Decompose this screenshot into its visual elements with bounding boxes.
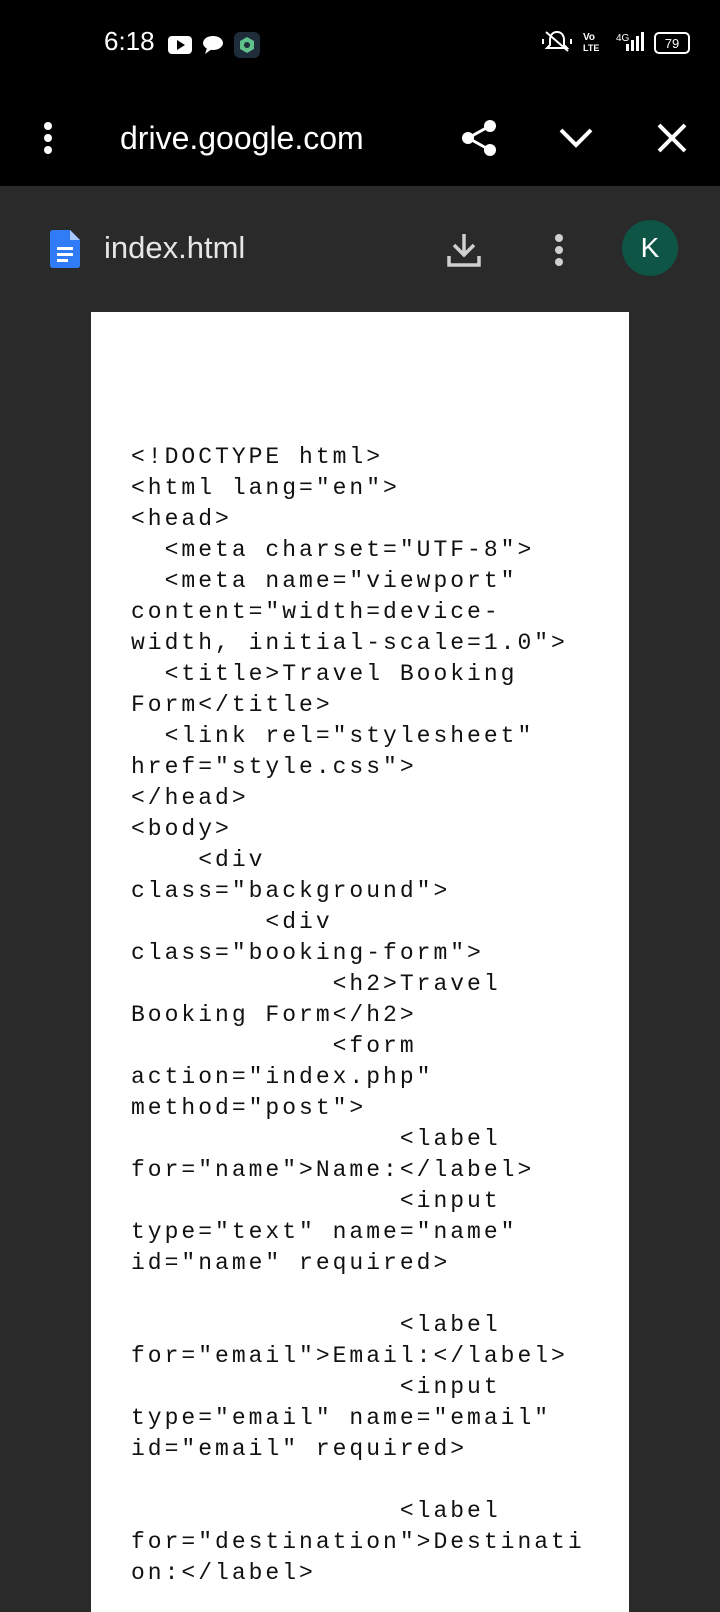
code-line: <input <box>131 1188 501 1214</box>
code-line: <html lang="en"> <box>131 475 400 501</box>
doc-icon <box>50 230 80 272</box>
code-line: </head> <box>131 785 249 811</box>
code-line: <!DOCTYPE html> <box>131 444 384 470</box>
file-more-vert-icon[interactable] <box>531 222 587 278</box>
code-line: content="width=device- <box>131 599 501 625</box>
code-line: <body> <box>131 816 232 842</box>
svg-text:4G: 4G <box>616 33 630 44</box>
code-line: <div <box>131 909 333 935</box>
code-line: for="name">Name:</label> <box>131 1157 535 1183</box>
file-header: index.html K <box>0 186 720 312</box>
avatar[interactable]: K <box>622 220 678 276</box>
code-line: class="booking-form"> <box>131 940 484 966</box>
code-line: class="background"> <box>131 878 451 904</box>
code-content: <!DOCTYPE html> <html lang="en"> <head> <m… <box>131 442 585 1589</box>
code-line: type="email" name="email" <box>131 1405 552 1431</box>
code-line: <form <box>131 1033 417 1059</box>
code-line: type="text" name="name" <box>131 1219 518 1245</box>
code-line: method="post"> <box>131 1095 367 1121</box>
chat-icon <box>202 35 224 59</box>
url-text[interactable]: drive.google.com <box>120 112 364 164</box>
code-line: <link rel="stylesheet" <box>131 723 535 749</box>
code-line: for="email">Email:</label> <box>131 1343 568 1369</box>
chevron-down-icon[interactable] <box>550 112 602 164</box>
code-line: Form</title> <box>131 692 333 718</box>
close-icon[interactable] <box>646 112 698 164</box>
download-icon[interactable] <box>436 222 492 278</box>
code-line: href="style.css"> <box>131 754 417 780</box>
mute-icon <box>542 30 572 56</box>
more-vert-icon[interactable] <box>28 112 68 164</box>
status-time: 6:18 <box>104 26 155 56</box>
code-line: id="email" required> <box>131 1436 468 1462</box>
code-line: <meta charset="UTF-8"> <box>131 537 535 563</box>
svg-text:LTE: LTE <box>583 43 599 52</box>
code-line: action="index.php" <box>131 1064 434 1090</box>
file-name: index.html <box>104 230 246 265</box>
share-icon[interactable] <box>454 112 506 164</box>
code-line: id="name" required> <box>131 1250 451 1276</box>
code-line: <h2>Travel <box>131 971 501 997</box>
code-line: Booking Form</h2> <box>131 1002 417 1028</box>
code-line: <title>Travel Booking <box>131 661 518 687</box>
signal-4g-icon: 4G <box>612 30 644 56</box>
code-line: for="destination">Destinati <box>131 1529 585 1555</box>
code-line: <label <box>131 1126 501 1152</box>
battery-icon: 79 <box>654 32 690 54</box>
status-left-icons <box>168 32 260 62</box>
browser-top-bar: drive.google.com <box>0 90 720 186</box>
document-page: <!DOCTYPE html> <html lang="en"> <head> <m… <box>91 312 629 1612</box>
code-line: on:</label> <box>131 1560 316 1586</box>
app-icon <box>234 32 260 62</box>
code-line: <input <box>131 1374 501 1400</box>
code-line: <div <box>131 847 266 873</box>
volte-icon: Vo LTE <box>582 30 602 56</box>
status-right-icons: Vo LTE 4G 79 <box>542 30 690 56</box>
code-line: <head> <box>131 506 232 532</box>
youtube-icon <box>168 36 192 58</box>
svg-text:Vo: Vo <box>583 32 595 43</box>
code-line: width, initial-scale=1.0"> <box>131 630 568 656</box>
code-line: <label <box>131 1498 501 1524</box>
code-line: <meta name="viewport" <box>131 568 518 594</box>
status-bar: 6:18 Vo LTE 4G 79 <box>0 0 720 90</box>
code-line: <label <box>131 1312 501 1338</box>
